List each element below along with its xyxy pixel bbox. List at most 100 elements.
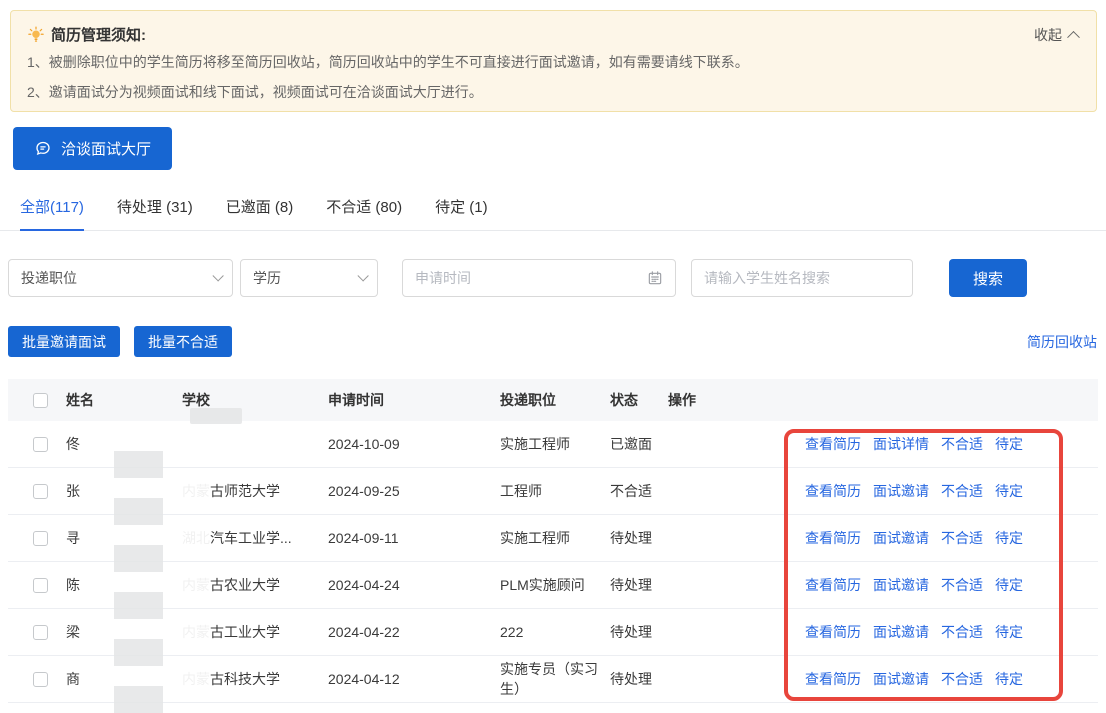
collapse-link[interactable]: 收起 bbox=[1034, 25, 1078, 45]
student-name: 梁 bbox=[66, 622, 80, 642]
redaction-blur bbox=[190, 408, 242, 424]
student-name: 佟 bbox=[66, 434, 80, 454]
action-link[interactable]: 查看简历 bbox=[805, 671, 861, 687]
row-checkbox[interactable] bbox=[33, 437, 48, 452]
apply-date-cell: 2024-09-11 bbox=[328, 530, 500, 546]
action-link[interactable]: 待定 bbox=[995, 577, 1023, 593]
tab-all[interactable]: 全部(117) bbox=[20, 196, 84, 231]
apply-date-cell: 2024-04-22 bbox=[328, 624, 500, 640]
table-row: 佟2024-10-09实施工程师已邀面查看简历面试详情不合适待定 bbox=[8, 421, 1098, 468]
redaction-blur bbox=[114, 686, 163, 713]
action-link[interactable]: 面试邀请 bbox=[873, 624, 929, 640]
apply-date-placeholder: 申请时间 bbox=[415, 268, 647, 288]
interview-hall-button[interactable]: 洽谈面试大厅 bbox=[13, 127, 172, 170]
position-cell: 工程师 bbox=[500, 481, 610, 501]
status-cell: 待处理 bbox=[610, 669, 668, 689]
action-link[interactable]: 面试详情 bbox=[873, 436, 929, 452]
action-link[interactable]: 待定 bbox=[995, 624, 1023, 640]
row-checkbox[interactable] bbox=[33, 625, 48, 640]
row-checkbox[interactable] bbox=[33, 484, 48, 499]
filter-bar: 投递职位 学历 申请时间 请输入学生姓名搜索 搜索 bbox=[8, 259, 1106, 297]
action-link[interactable]: 待定 bbox=[995, 483, 1023, 499]
apply-date-cell: 2024-10-09 bbox=[328, 436, 500, 452]
action-link[interactable]: 待定 bbox=[995, 436, 1023, 452]
action-link[interactable]: 不合适 bbox=[941, 577, 983, 593]
education-select-value: 学历 bbox=[253, 268, 357, 288]
action-link[interactable]: 查看简历 bbox=[805, 483, 861, 499]
actions-cell: 查看简历面试邀请不合适待定 bbox=[668, 622, 1098, 642]
actions-cell: 查看简历面试详情不合适待定 bbox=[668, 434, 1098, 454]
student-name-cell: 佟 bbox=[58, 421, 182, 467]
redaction-blur bbox=[114, 498, 163, 525]
header-status: 状态 bbox=[610, 390, 668, 410]
search-button[interactable]: 搜索 bbox=[949, 259, 1027, 297]
row-checkbox[interactable] bbox=[33, 578, 48, 593]
header-position: 投递职位 bbox=[500, 390, 610, 410]
chat-icon bbox=[34, 140, 52, 158]
search-placeholder: 请输入学生姓名搜索 bbox=[704, 268, 900, 288]
status-cell: 不合适 bbox=[610, 481, 668, 501]
row-checkbox[interactable] bbox=[33, 531, 48, 546]
action-link[interactable]: 查看简历 bbox=[805, 530, 861, 546]
calendar-icon bbox=[647, 270, 663, 286]
select-all-checkbox[interactable] bbox=[33, 393, 48, 408]
action-link[interactable]: 面试邀请 bbox=[873, 671, 929, 687]
action-link[interactable]: 不合适 bbox=[941, 671, 983, 687]
status-cell: 已邀面 bbox=[610, 434, 668, 454]
position-select-value: 投递职位 bbox=[21, 268, 212, 288]
action-link[interactable]: 待定 bbox=[995, 671, 1023, 687]
table-row: 张内蒙古师范大学2024-09-25工程师不合适查看简历面试邀请不合适待定 bbox=[8, 468, 1098, 515]
notice-line-1: 1、被删除职位中的学生简历将移至简历回收站，简历回收站中的学生不可直接进行面试邀… bbox=[27, 49, 1078, 75]
resume-recycle-link[interactable]: 简历回收站 bbox=[1027, 332, 1097, 352]
action-link[interactable]: 面试邀请 bbox=[873, 483, 929, 499]
action-link[interactable]: 查看简历 bbox=[805, 624, 861, 640]
apply-date-cell: 2024-09-25 bbox=[328, 483, 500, 499]
table-row: 寻湖北汽车工业学...2024-09-11实施工程师待处理查看简历面试邀请不合适… bbox=[8, 515, 1098, 562]
tab-undecided[interactable]: 待定 (1) bbox=[435, 196, 488, 230]
table-row: 陈内蒙古农业大学2024-04-24PLM实施顾问待处理查看简历面试邀请不合适待… bbox=[8, 562, 1098, 609]
tab-invited[interactable]: 已邀面 (8) bbox=[226, 196, 294, 230]
student-name: 张 bbox=[66, 481, 80, 501]
action-link[interactable]: 不合适 bbox=[941, 624, 983, 640]
status-cell: 待处理 bbox=[610, 622, 668, 642]
header-date: 申请时间 bbox=[328, 390, 500, 410]
action-link[interactable]: 不合适 bbox=[941, 436, 983, 452]
action-link[interactable]: 面试邀请 bbox=[873, 577, 929, 593]
action-link[interactable]: 不合适 bbox=[941, 530, 983, 546]
apply-date-cell: 2024-04-24 bbox=[328, 577, 500, 593]
chevron-up-icon bbox=[1067, 31, 1080, 44]
actions-cell: 查看简历面试邀请不合适待定 bbox=[668, 669, 1098, 689]
action-link[interactable]: 待定 bbox=[995, 530, 1023, 546]
table-body: 佟2024-10-09实施工程师已邀面查看简历面试详情不合适待定张内蒙古师范大学… bbox=[8, 421, 1098, 703]
action-link[interactable]: 查看简历 bbox=[805, 577, 861, 593]
position-select[interactable]: 投递职位 bbox=[8, 259, 233, 297]
apply-date-input[interactable]: 申请时间 bbox=[402, 259, 676, 297]
status-cell: 待处理 bbox=[610, 528, 668, 548]
action-link[interactable]: 查看简历 bbox=[805, 436, 861, 452]
resume-table: 姓名 学校 申请时间 投递职位 状态 操作 佟 2024-10-09 实施工程师 已邀… bbox=[8, 379, 1098, 703]
action-link[interactable]: 面试邀请 bbox=[873, 530, 929, 546]
batch-invite-button[interactable]: 批量邀请面试 bbox=[8, 326, 120, 357]
notice-line-2: 2、邀请面试分为视频面试和线下面试，视频面试可在洽谈面试大厅进行。 bbox=[27, 79, 1078, 105]
actions-cell: 查看简历面试邀请不合适待定 bbox=[668, 481, 1098, 501]
header-name: 姓名 bbox=[58, 390, 182, 410]
row-checkbox[interactable] bbox=[33, 672, 48, 687]
student-name-search-input[interactable]: 请输入学生姓名搜索 bbox=[691, 259, 913, 297]
tab-unsuitable[interactable]: 不合适 (80) bbox=[326, 196, 402, 230]
position-cell: 实施专员（实习生） bbox=[500, 659, 610, 699]
position-cell: 实施工程师 bbox=[500, 528, 610, 548]
status-cell: 待处理 bbox=[610, 575, 668, 595]
actions-cell: 查看简历面试邀请不合适待定 bbox=[668, 528, 1098, 548]
notice-title: 简历管理须知: bbox=[51, 24, 146, 45]
student-name: 寻 bbox=[66, 528, 80, 548]
status-tabs: 全部(117) 待处理 (31) 已邀面 (8) 不合适 (80) 待定 (1) bbox=[0, 196, 1106, 231]
apply-date-cell: 2024-04-12 bbox=[328, 671, 500, 687]
education-select[interactable]: 学历 bbox=[240, 259, 378, 297]
batch-unsuitable-button[interactable]: 批量不合适 bbox=[134, 326, 232, 357]
student-name: 陈 bbox=[66, 575, 80, 595]
tab-pending[interactable]: 待处理 (31) bbox=[117, 196, 193, 230]
action-link[interactable]: 不合适 bbox=[941, 483, 983, 499]
redaction-blur bbox=[114, 592, 163, 619]
table-header: 姓名 学校 申请时间 投递职位 状态 操作 bbox=[8, 379, 1098, 421]
position-cell: 222 bbox=[500, 624, 610, 640]
